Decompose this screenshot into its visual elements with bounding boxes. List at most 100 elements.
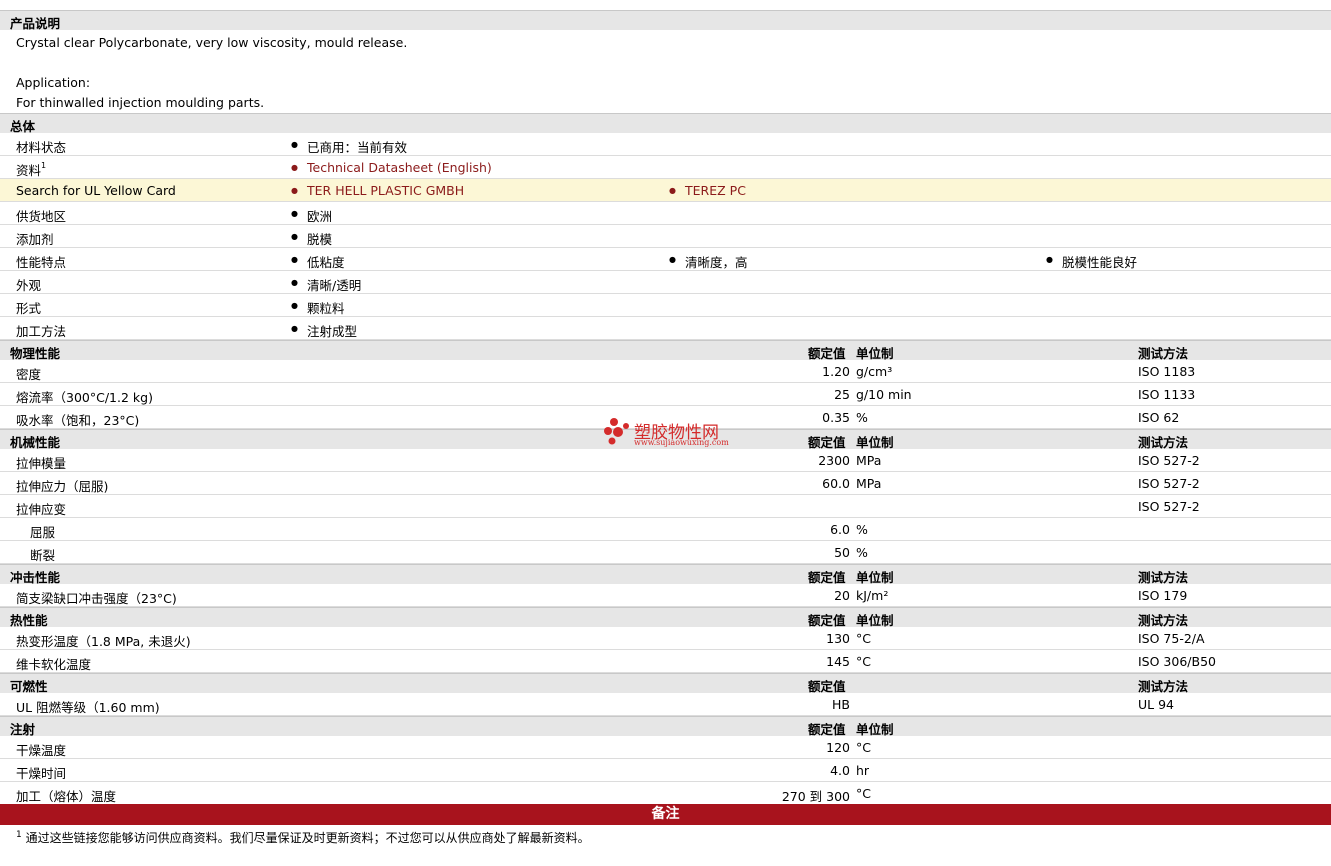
test-method: ISO 1133 [1138, 387, 1196, 402]
property-name: 干燥温度 [16, 743, 67, 758]
test-method: ISO 1183 [1138, 364, 1196, 379]
property-value: 270 到 300 [781, 789, 850, 804]
table-row: 热变形温度（1.8 MPa, 未退火) 130 °C ISO 75-2/A [0, 627, 1331, 650]
row-label: 形式 [16, 301, 42, 316]
table-row: 干燥温度 120 °C [0, 736, 1331, 759]
table-row: 断裂 50% [0, 541, 1331, 564]
property-name: 维卡软化温度 [16, 657, 92, 672]
section-header-flammability: 可燃性 额定值 测试方法 [0, 673, 1331, 694]
property-name: 加工（熔体）温度 [16, 789, 117, 804]
row-label: 添加剂 [16, 232, 54, 247]
property-value: 120 [826, 740, 850, 755]
description-text: For thinwalled injection moulding parts. [16, 95, 265, 110]
property-value: 145 [826, 654, 850, 669]
property-name: 拉伸应变 [16, 502, 67, 517]
table-row: UL 阻燃等级（1.60 mm) HB UL 94 [0, 693, 1331, 716]
footnote-marker: 1 [16, 830, 22, 840]
row-value: 颗粒料 [291, 298, 344, 317]
property-unit: g/cm³ [856, 364, 893, 379]
section-header-physical: 物理性能 额定值 单位制 测试方法 [0, 340, 1331, 361]
property-name: 拉伸模量 [16, 456, 67, 471]
property-value: 0.35 [822, 410, 850, 425]
test-method: ISO 527-2 [1138, 476, 1200, 491]
row-value: 清晰/透明 [291, 275, 361, 294]
property-value: HB [832, 697, 850, 712]
property-name: 断裂 [30, 548, 56, 563]
property-unit: MPa [856, 476, 882, 491]
property-value: 130 [826, 631, 850, 646]
row-value: 清晰度，高 [669, 252, 747, 271]
property-unit: g/10 min [856, 387, 912, 402]
row-region: 供货地区 欧洲 [0, 202, 1331, 225]
property-unit: kJ/m² [856, 588, 889, 603]
property-value: 25 [834, 387, 850, 402]
table-row: 密度 1.20 g/cm³ ISO 1183 [0, 360, 1331, 383]
description-text: Crystal clear Polycarbonate, very low vi… [16, 35, 408, 50]
property-value: 20 [834, 588, 850, 603]
row-info: 资料1 Technical Datasheet (English) [0, 156, 1331, 179]
property-unit: °C [856, 740, 871, 755]
section-header-description: 产品说明 [0, 10, 1331, 31]
footnote-text: 通过这些链接您能够访问供应商资料。我们尽量保证及时更新资料；不过您可以从供应商处… [25, 831, 590, 845]
ter-hell-link[interactable]: TER HELL PLASTIC GMBH [291, 183, 464, 198]
row-label: Search for UL Yellow Card [16, 183, 176, 198]
terez-pc-link[interactable]: TEREZ PC [669, 183, 746, 198]
test-method: ISO 306/B50 [1138, 654, 1216, 669]
row-value: 已商用：当前有效 [291, 137, 407, 156]
property-value: 60.0 [822, 476, 850, 491]
table-row: 屈服 6.0% [0, 518, 1331, 541]
section-header-impact: 冲击性能 额定值 单位制 测试方法 [0, 564, 1331, 585]
property-name: 屈服 [30, 525, 56, 540]
test-method: ISO 62 [1138, 410, 1180, 425]
row-label: 供货地区 [16, 209, 67, 224]
row-label: 性能特点 [16, 255, 67, 270]
row-value: 低粘度 [291, 252, 344, 271]
watermark-url: www.sujiaowuxing.com [634, 438, 729, 447]
property-unit: °C [856, 654, 871, 669]
property-name: 热变形温度（1.8 MPa, 未退火) [16, 634, 191, 649]
row-value: 注射成型 [291, 321, 357, 340]
watermark-logo-icon [604, 418, 629, 445]
property-unit: % [856, 545, 868, 560]
section-header-thermal: 热性能 额定值 单位制 测试方法 [0, 607, 1331, 628]
footnote-ref: 1 [41, 160, 47, 170]
property-name: 拉伸应力（屈服) [16, 479, 109, 494]
property-value: 1.20 [822, 364, 850, 379]
property-name: 密度 [16, 367, 42, 382]
test-method: ISO 527-2 [1138, 499, 1200, 514]
property-unit: % [856, 522, 868, 537]
technical-datasheet-link[interactable]: Technical Datasheet (English) [291, 160, 492, 175]
test-method: UL 94 [1138, 697, 1174, 712]
description-text: Application: [16, 75, 91, 90]
section-title: 产品说明 [10, 16, 61, 31]
test-method: ISO 179 [1138, 588, 1188, 603]
property-unit: °C [856, 786, 871, 801]
property-unit: °C [856, 631, 871, 646]
row-additive: 添加剂 脱模 [0, 225, 1331, 248]
table-row: 拉伸模量 2300 MPa ISO 527-2 [0, 449, 1331, 472]
table-row: 加工（熔体）温度 270 到 300 °C [0, 782, 1331, 805]
row-material-status: 材料状态 已商用：当前有效 [0, 133, 1331, 156]
table-row: 拉伸应变 ISO 527-2 [0, 495, 1331, 518]
row-value: 脱模 [291, 229, 332, 248]
row-label: 加工方法 [16, 324, 67, 339]
row-processing: 加工方法 注射成型 [0, 317, 1331, 340]
property-unit: MPa [856, 453, 882, 468]
table-row: 维卡软化温度 145 °C ISO 306/B50 [0, 650, 1331, 673]
notes-bar: 备注 [0, 804, 1331, 825]
notes-footnote: 1 通过这些链接您能够访问供应商资料。我们尽量保证及时更新资料；不过您可以从供应… [16, 829, 590, 846]
row-appearance: 外观 清晰/透明 [0, 271, 1331, 294]
property-value: 6.0 [830, 522, 850, 537]
property-unit: hr [856, 763, 870, 778]
property-value: 50 [834, 545, 850, 560]
test-method: ISO 527-2 [1138, 453, 1200, 468]
property-value: 2300 [818, 453, 850, 468]
property-name: 吸水率（饱和，23°C) [16, 413, 140, 428]
property-name: 熔流率（300°C/1.2 kg) [16, 390, 153, 405]
row-features: 性能特点 低粘度 清晰度，高 脱模性能良好 [0, 248, 1331, 271]
property-name: 干燥时间 [16, 766, 67, 781]
row-label: 材料状态 [16, 140, 67, 155]
property-unit: % [856, 410, 868, 425]
table-row: 简支梁缺口冲击强度（23°C) 20 kJ/m² ISO 179 [0, 584, 1331, 607]
row-form: 形式 颗粒料 [0, 294, 1331, 317]
